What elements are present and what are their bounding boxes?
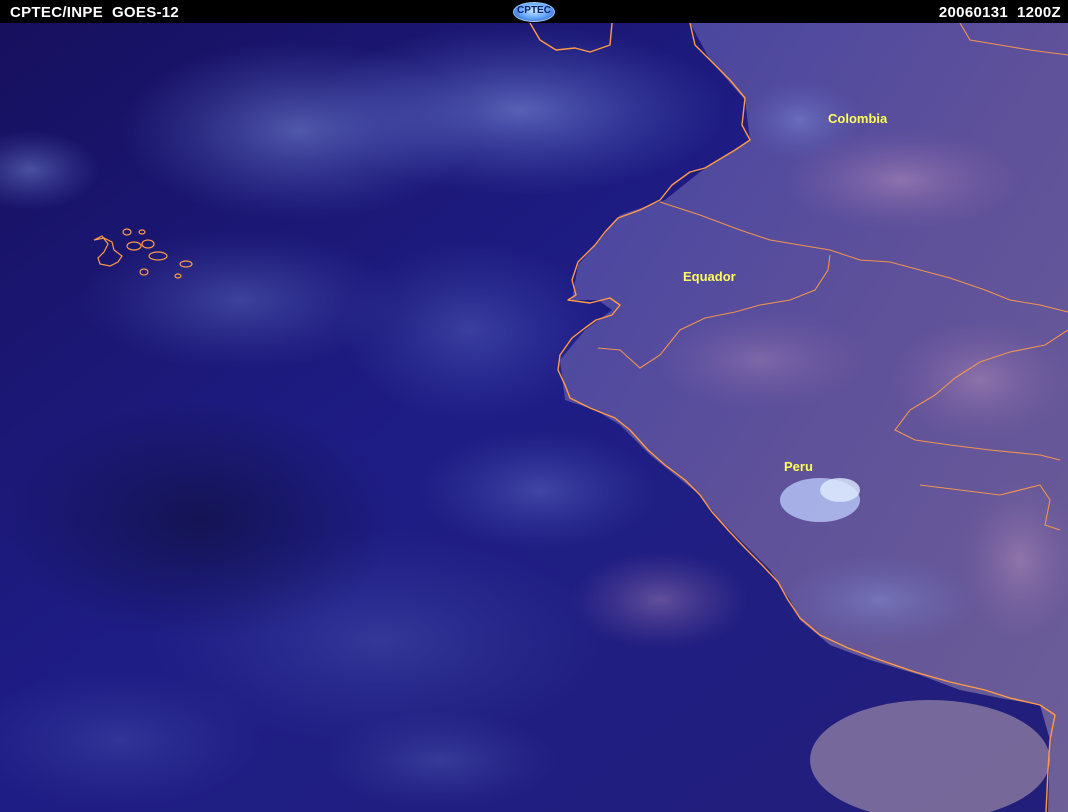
peru-label: Peru [784,459,813,474]
satellite-source-label: CPTEC/INPE GOES-12 [10,4,180,21]
logo-text: CPTEC [517,5,551,16]
colombia-label: Colombia [828,111,888,126]
satellite-map [0,23,1068,812]
cptec-logo: CPTEC [513,2,555,22]
image-timestamp: 20060131 1200Z [938,4,1061,21]
satellite-image-viewer: CPTEC/INPE GOES-12 CPTEC 20060131 1200Z [0,0,1068,812]
equador-label: Equador [683,269,736,284]
header-bar: CPTEC/INPE GOES-12 CPTEC 20060131 1200Z [0,0,1068,23]
